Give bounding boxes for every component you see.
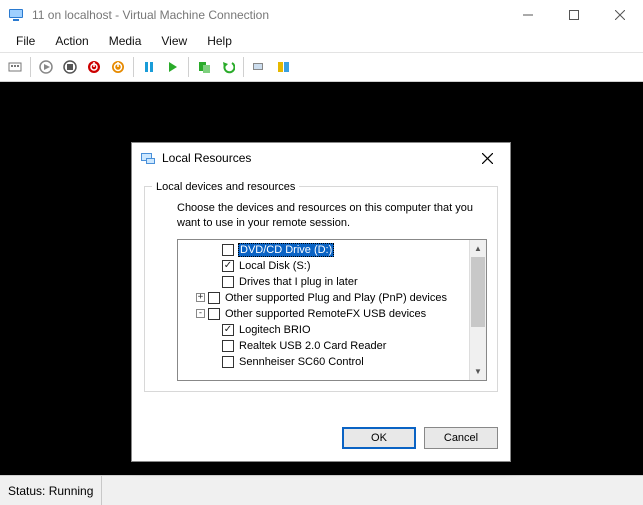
- checkbox[interactable]: [208, 292, 220, 304]
- dialog-icon: [140, 150, 156, 166]
- close-button[interactable]: [597, 0, 643, 30]
- checkbox[interactable]: [222, 356, 234, 368]
- share-button[interactable]: [272, 56, 294, 78]
- toolbar-separator: [133, 57, 134, 77]
- pause-button[interactable]: [138, 56, 160, 78]
- toolbar-separator: [188, 57, 189, 77]
- tree-item-sennheiser[interactable]: Sennheiser SC60 Control: [178, 354, 469, 370]
- tree-item-local-disk[interactable]: Local Disk (S:): [178, 258, 469, 274]
- toolbar-separator: [243, 57, 244, 77]
- titlebar: 11 on localhost - Virtual Machine Connec…: [0, 0, 643, 30]
- vm-display-area[interactable]: Local Resources Local devices and resour…: [0, 82, 643, 475]
- tree-label: Drives that I plug in later: [238, 276, 359, 288]
- menu-action[interactable]: Action: [45, 32, 98, 50]
- scroll-track[interactable]: [470, 257, 486, 363]
- tree-label: Realtek USB 2.0 Card Reader: [238, 340, 387, 352]
- tree-item-realtek[interactable]: Realtek USB 2.0 Card Reader: [178, 338, 469, 354]
- tree-label: Local Disk (S:): [238, 260, 312, 272]
- tree-item-dvd[interactable]: DVD/CD Drive (D:): [178, 242, 469, 258]
- start-button[interactable]: [35, 56, 57, 78]
- scroll-up-button[interactable]: ▲: [470, 240, 486, 257]
- window-controls: [505, 0, 643, 30]
- ctrl-alt-del-button[interactable]: [4, 56, 26, 78]
- menu-help[interactable]: Help: [197, 32, 242, 50]
- checkbox[interactable]: [222, 260, 234, 272]
- statusbar: Status: Running: [0, 475, 643, 505]
- ok-button[interactable]: OK: [342, 427, 416, 449]
- tree-label: Other supported Plug and Play (PnP) devi…: [224, 292, 448, 304]
- dialog-close-button[interactable]: [472, 143, 502, 173]
- menubar: File Action Media View Help: [0, 30, 643, 52]
- checkbox[interactable]: [222, 340, 234, 352]
- enhanced-session-button[interactable]: [248, 56, 270, 78]
- reset-button[interactable]: [162, 56, 184, 78]
- scroll-down-button[interactable]: ▼: [470, 363, 486, 380]
- tree-scrollbar[interactable]: ▲ ▼: [469, 240, 486, 380]
- shutdown-button[interactable]: [83, 56, 105, 78]
- minimize-button[interactable]: [505, 0, 551, 30]
- dialog-button-row: OK Cancel: [132, 417, 510, 461]
- tree-item-remotefx[interactable]: - Other supported RemoteFX USB devices: [178, 306, 469, 322]
- menu-view[interactable]: View: [151, 32, 197, 50]
- toolbar-separator: [30, 57, 31, 77]
- revert-button[interactable]: [217, 56, 239, 78]
- tree-label: Other supported RemoteFX USB devices: [224, 308, 427, 320]
- dialog-title-text: Local Resources: [162, 151, 472, 165]
- tree-item-brio[interactable]: Logitech BRIO: [178, 322, 469, 338]
- turnoff-button[interactable]: [59, 56, 81, 78]
- tree-label: Logitech BRIO: [238, 324, 312, 336]
- menu-file[interactable]: File: [6, 32, 45, 50]
- device-tree: DVD/CD Drive (D:) Local Disk (S:) Drives…: [177, 239, 487, 381]
- tree-label: Sennheiser SC60 Control: [238, 356, 365, 368]
- status-text: Status: Running: [8, 476, 102, 505]
- tree-label: DVD/CD Drive (D:): [238, 243, 334, 257]
- groupbox-label: Local devices and resources: [152, 181, 299, 193]
- window-title: 11 on localhost - Virtual Machine Connec…: [32, 8, 505, 22]
- tree-body[interactable]: DVD/CD Drive (D:) Local Disk (S:) Drives…: [178, 240, 469, 380]
- tree-item-plug-later[interactable]: Drives that I plug in later: [178, 274, 469, 290]
- expand-icon[interactable]: +: [196, 293, 205, 302]
- dialog-description: Choose the devices and resources on this…: [177, 201, 487, 231]
- tree-item-pnp[interactable]: + Other supported Plug and Play (PnP) de…: [178, 290, 469, 306]
- checkpoint-button[interactable]: [193, 56, 215, 78]
- toolbar: [0, 52, 643, 82]
- collapse-icon[interactable]: -: [196, 309, 205, 318]
- menu-media[interactable]: Media: [99, 32, 152, 50]
- save-button[interactable]: [107, 56, 129, 78]
- checkbox[interactable]: [222, 276, 234, 288]
- local-resources-dialog: Local Resources Local devices and resour…: [131, 142, 511, 462]
- checkbox[interactable]: [222, 244, 234, 256]
- scroll-thumb[interactable]: [471, 257, 485, 327]
- checkbox[interactable]: [208, 308, 220, 320]
- checkbox[interactable]: [222, 324, 234, 336]
- cancel-button[interactable]: Cancel: [424, 427, 498, 449]
- groupbox: Choose the devices and resources on this…: [144, 186, 498, 392]
- dialog-body: Local devices and resources Choose the d…: [132, 173, 510, 417]
- vmconnect-icon: [8, 7, 24, 23]
- maximize-button[interactable]: [551, 0, 597, 30]
- dialog-titlebar: Local Resources: [132, 143, 510, 173]
